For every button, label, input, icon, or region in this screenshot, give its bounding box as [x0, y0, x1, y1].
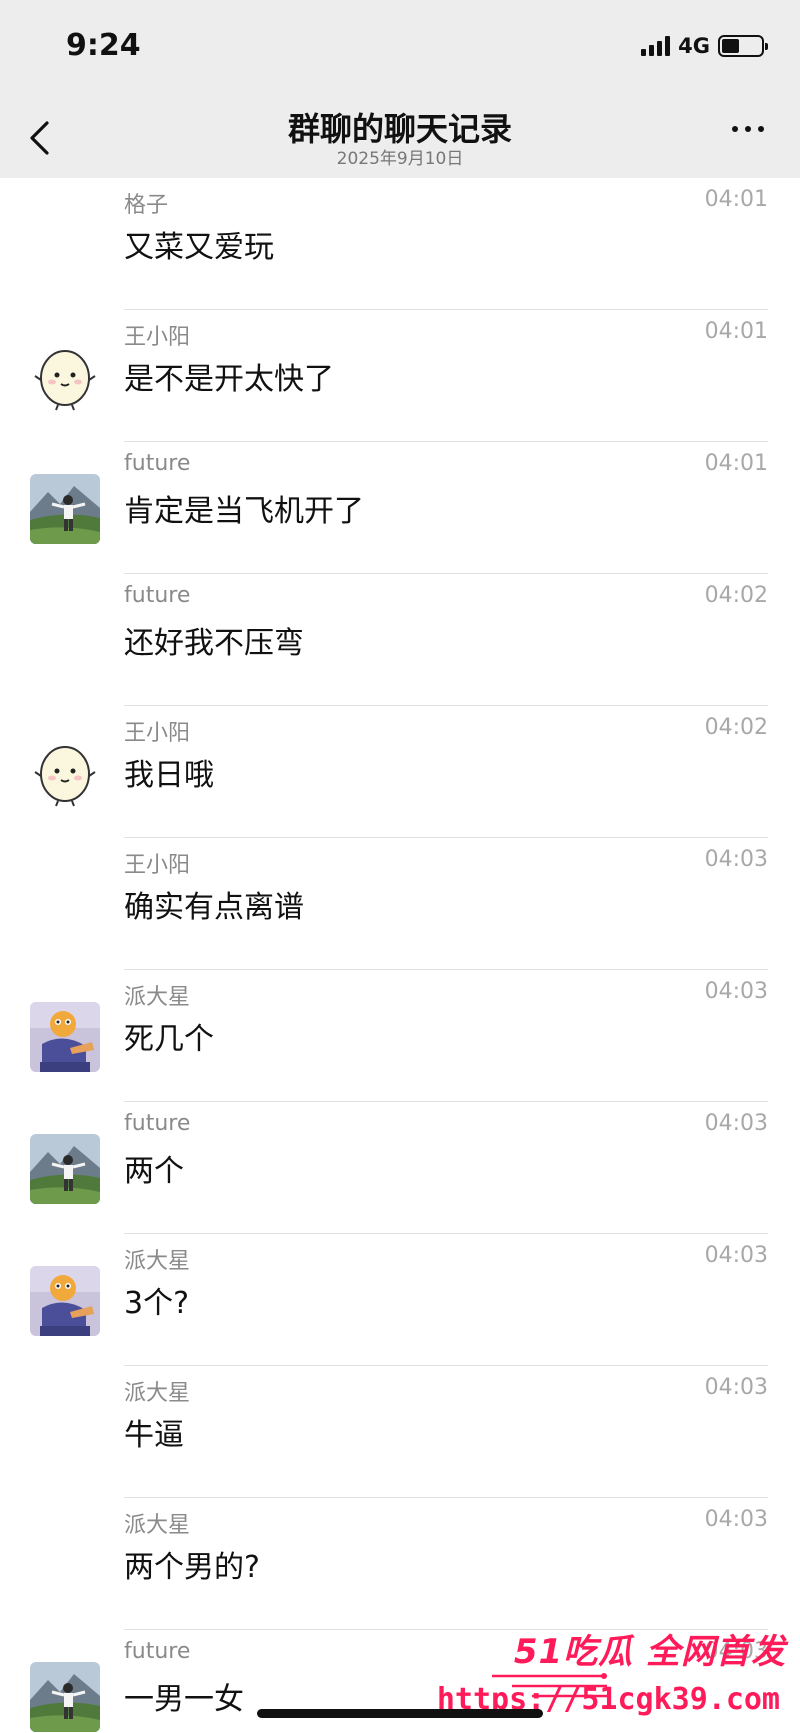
message-row[interactable]: 格子 04:01 又菜又爱玩	[0, 178, 800, 310]
avatar[interactable]	[30, 738, 100, 808]
message-text: 两个	[124, 1154, 184, 1189]
message-text: 还好我不压弯	[124, 626, 304, 661]
battery-icon	[718, 35, 768, 57]
message-time: 04:01	[704, 451, 768, 476]
message-text: 两个男的?	[124, 1550, 260, 1585]
status-icons: 4G	[641, 34, 768, 58]
message-row[interactable]: 王小阳 04:03 确实有点离谱	[0, 838, 800, 970]
message-time: 04:03	[704, 1111, 768, 1136]
message-time: 04:02	[704, 583, 768, 608]
message-text: 我日哦	[124, 758, 214, 793]
avatar[interactable]	[30, 1134, 100, 1204]
signal-icon	[641, 36, 671, 56]
message-text: 又菜又爱玩	[124, 230, 274, 265]
avatar[interactable]	[30, 1662, 100, 1732]
sender-name: 格子	[124, 193, 169, 218]
message-text: 一男一女	[124, 1682, 244, 1717]
message-time: 04:03	[704, 1507, 768, 1532]
avatar[interactable]	[30, 1266, 100, 1336]
message-row[interactable]: future 04:03 两个	[0, 1102, 800, 1234]
message-time: 04:03	[704, 1243, 768, 1268]
message-row[interactable]: 派大星 04:03 3个?	[0, 1234, 800, 1366]
sender-name: future	[124, 583, 191, 608]
network-label: 4G	[678, 34, 710, 58]
more-dots-icon	[732, 126, 738, 132]
message-text: 3个?	[124, 1286, 190, 1321]
sender-name: future	[124, 1111, 191, 1136]
home-indicator	[257, 1709, 543, 1718]
message-row[interactable]: 派大星 04:03 死几个	[0, 970, 800, 1102]
sender-name: 派大星	[124, 985, 191, 1010]
message-time: 04:03	[704, 1375, 768, 1400]
top-bar: 9:24 4G 群聊的聊天记录 2025年9月10日	[0, 0, 800, 178]
more-button[interactable]	[732, 126, 764, 132]
sender-name: 派大星	[124, 1381, 191, 1406]
message-row[interactable]: future 04:01 肯定是当飞机开了	[0, 442, 800, 574]
message-row[interactable]: 派大星 04:03 牛逼	[0, 1366, 800, 1498]
avatar[interactable]	[30, 474, 100, 544]
page-subtitle-date: 2025年9月10日	[336, 149, 464, 169]
sender-name: future	[124, 1639, 191, 1664]
sender-name: future	[124, 451, 191, 476]
sender-name: 王小阳	[124, 853, 191, 878]
message-time: 04:01	[704, 187, 768, 212]
message-time: 04:03	[704, 979, 768, 1004]
message-time: 04:01	[704, 319, 768, 344]
message-row[interactable]: 王小阳 04:02 我日哦	[0, 706, 800, 838]
message-text: 确实有点离谱	[124, 890, 304, 925]
message-text: 牛逼	[124, 1418, 184, 1453]
message-text: 肯定是当飞机开了	[124, 494, 364, 529]
sender-name: 王小阳	[124, 721, 191, 746]
avatar[interactable]	[30, 1002, 100, 1072]
sender-name: 派大星	[124, 1249, 191, 1274]
sender-name: 王小阳	[124, 325, 191, 350]
message-row[interactable]: 王小阳 04:01 是不是开太快了	[0, 310, 800, 442]
sender-name: 派大星	[124, 1513, 191, 1538]
message-time: 04:02	[704, 715, 768, 740]
watermark-brand: 51吃瓜 全网首发	[513, 1632, 786, 1672]
message-text: 死几个	[124, 1022, 214, 1057]
message-text: 是不是开太快了	[124, 362, 334, 397]
status-time: 9:24	[66, 28, 141, 63]
avatar[interactable]	[30, 342, 100, 412]
message-row[interactable]: future 04:02 还好我不压弯	[0, 574, 800, 706]
message-time: 04:03	[704, 847, 768, 872]
message-row[interactable]: 派大星 04:03 两个男的?	[0, 1498, 800, 1630]
